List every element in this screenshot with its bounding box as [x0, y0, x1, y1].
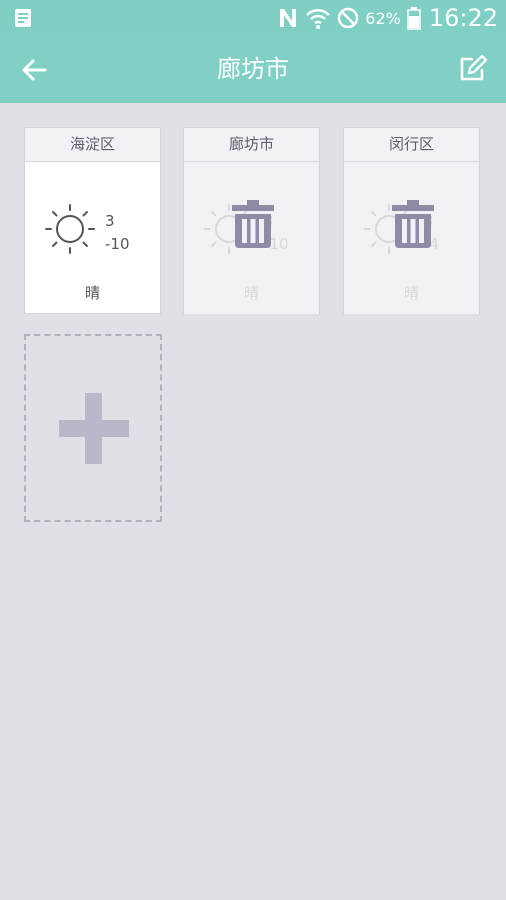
wifi-icon — [306, 8, 331, 29]
weather-summary: 3 -10 晴 — [25, 162, 160, 314]
notification-icon — [15, 9, 31, 27]
temperature-low: -10 — [105, 235, 130, 253]
app-bar: 廊坊市 — [0, 36, 506, 103]
battery-percentage: 62% — [365, 8, 401, 28]
plus-icon-vertical — [85, 393, 102, 464]
city-card-langfang[interactable]: 廊坊市 3 -10 晴 — [183, 127, 320, 314]
delete-trash-icon[interactable] — [232, 200, 274, 248]
city-name: 闵行区 — [344, 128, 479, 162]
do-not-disturb-icon — [338, 7, 359, 29]
sunny-icon — [45, 204, 95, 254]
delete-trash-icon[interactable] — [392, 200, 434, 248]
back-arrow-icon[interactable] — [18, 54, 50, 86]
status-bar: 62% 16:22 — [0, 0, 506, 36]
temperature-high: 3 — [105, 212, 115, 230]
battery-icon — [407, 7, 421, 30]
page-title: 廊坊市 — [217, 55, 289, 83]
city-card-minhang[interactable]: 闵行区 3 -4 晴 — [343, 127, 480, 314]
temperature-range: 3 -10 — [105, 210, 130, 256]
weather-condition: 晴 — [403, 284, 419, 302]
weather-summary: 3 -4 晴 — [344, 162, 479, 314]
add-city-button[interactable] — [24, 334, 162, 522]
weather-condition: 晴 — [243, 284, 259, 302]
nfc-icon — [280, 9, 297, 27]
city-name: 海淀区 — [25, 128, 160, 162]
city-name: 廊坊市 — [184, 128, 319, 162]
edit-icon[interactable] — [458, 54, 488, 84]
city-card-haidian[interactable]: 海淀区 3 -10 晴 — [24, 127, 161, 314]
clock: 16:22 — [428, 4, 498, 32]
weather-condition: 晴 — [84, 284, 100, 302]
weather-summary: 3 -10 晴 — [184, 162, 319, 314]
